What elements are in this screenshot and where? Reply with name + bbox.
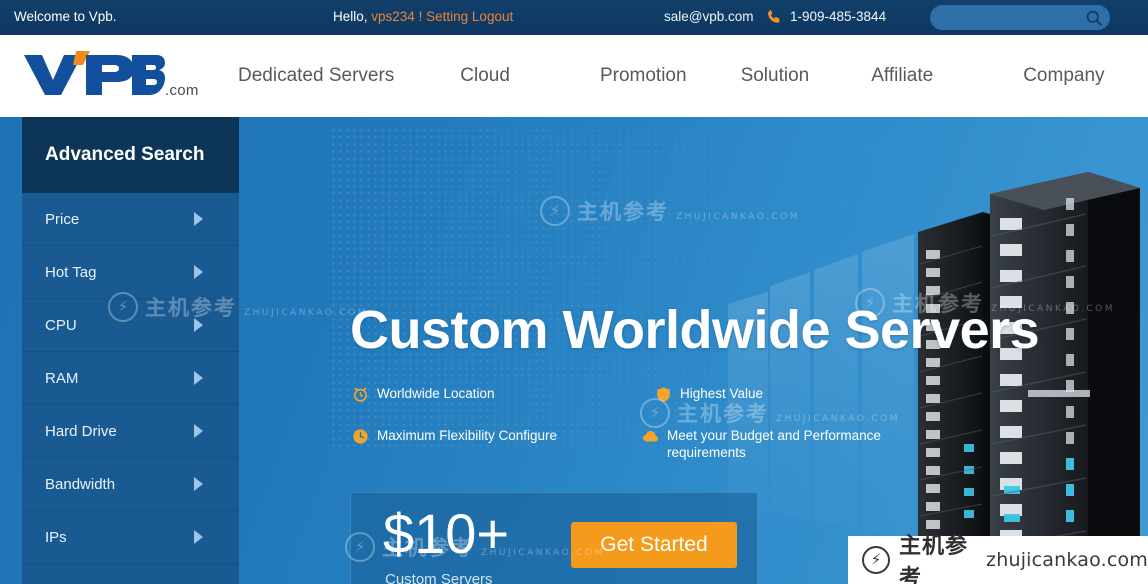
clock-icon (352, 428, 369, 445)
nav-item-dedicated-servers[interactable]: Dedicated Servers (238, 65, 394, 87)
nav-item-solution[interactable]: Solution (741, 65, 810, 87)
feature-label: Maximum Flexibility Configure (377, 428, 558, 443)
price-subtitle: Custom Servers (385, 571, 493, 584)
chevron-right-icon (194, 530, 203, 544)
feature-item: Worldwide Location (352, 385, 495, 403)
chevron-right-icon (194, 212, 203, 226)
logo-suffix: .com (165, 82, 199, 99)
search-button[interactable] (1084, 8, 1104, 28)
get-started-button[interactable]: Get Started (571, 522, 737, 568)
username-label: vps234 (371, 9, 415, 24)
sidebar-item-price[interactable]: Price (22, 193, 239, 246)
hero-headline: Custom Worldwide Servers (350, 300, 1040, 360)
greeting-prefix: Hello, (333, 9, 368, 24)
sidebar-item-label: CPU (45, 316, 77, 334)
sidebar-item-label: Hot Tag (45, 263, 97, 281)
search-icon (1086, 10, 1102, 26)
welcome-text: Welcome to Vpb. (14, 9, 117, 24)
feature-label: Highest Value (680, 386, 764, 401)
main-navbar: .com Dedicated Servers Cloud Promotion S… (0, 35, 1148, 117)
setting-link[interactable]: Setting (426, 9, 468, 24)
price-card: $10+ Custom Servers Get Started (350, 492, 758, 584)
chevron-right-icon (194, 424, 203, 438)
badge-cn-text: 主机参考 (899, 534, 969, 584)
alarm-clock-icon (352, 386, 369, 403)
chevron-right-icon (194, 318, 203, 332)
advanced-search-sidebar: Advanced Search Price Hot Tag CPU RAM Ha… (22, 117, 239, 584)
nav-item-promotion[interactable]: Promotion (600, 65, 687, 87)
top-utility-bar: Welcome to Vpb. Hello, vps234 ! Setting … (0, 0, 1148, 35)
feature-item: Highest Value (655, 385, 763, 403)
phone-number: 1-909-485-3844 (790, 9, 887, 24)
feature-item: Maximum Flexibility Configure (352, 427, 557, 445)
badge-en-text: zhujicankao.com (986, 549, 1148, 571)
search-input[interactable] (930, 5, 1110, 30)
nav-item-affiliate[interactable]: Affiliate (871, 65, 933, 87)
server-rack-illustration (728, 172, 1140, 584)
site-logo[interactable]: .com (20, 49, 205, 99)
greeting-separator: ! (418, 9, 423, 24)
chevron-right-icon (194, 477, 203, 491)
feature-label: Worldwide Location (377, 386, 495, 401)
greeting-block: Hello, vps234 ! Setting Logout (333, 9, 513, 24)
chevron-right-icon (194, 265, 203, 279)
sidebar-footer-spacer (22, 564, 239, 584)
nav-item-company[interactable]: Company (1023, 65, 1104, 87)
sidebar-item-ram[interactable]: RAM (22, 352, 239, 405)
sidebar-item-label: Hard Drive (45, 422, 117, 440)
feature-item: Meet your Budget and Performance require… (642, 427, 892, 461)
zhujicankao-logo-icon (862, 546, 890, 574)
phone-icon (765, 8, 783, 26)
sidebar-item-ips[interactable]: IPs (22, 511, 239, 564)
sidebar-item-label: Price (45, 210, 80, 228)
sidebar-item-hard-drive[interactable]: Hard Drive (22, 405, 239, 458)
price-amount: $10+ (383, 502, 510, 565)
sidebar-item-bandwidth[interactable]: Bandwidth (22, 458, 239, 511)
cloud-upload-icon (642, 428, 659, 445)
feature-label: Meet your Budget and Performance require… (667, 428, 881, 460)
sales-email[interactable]: sale@vpb.com (664, 9, 754, 24)
logout-link[interactable]: Logout (472, 9, 513, 24)
nav-menu: Dedicated Servers Cloud Promotion Soluti… (238, 35, 1105, 117)
watermark-badge: 主机参考 zhujicankao.com (848, 534, 1148, 584)
sidebar-item-cpu[interactable]: CPU (22, 299, 239, 352)
sidebar-item-label: RAM (45, 369, 79, 387)
sidebar-title: Advanced Search (22, 117, 239, 193)
shield-icon (655, 386, 672, 403)
sidebar-item-hot-tag[interactable]: Hot Tag (22, 246, 239, 299)
sidebar-item-label: IPs (45, 528, 67, 546)
chevron-right-icon (194, 371, 203, 385)
nav-item-cloud[interactable]: Cloud (460, 65, 510, 87)
sidebar-item-label: Bandwidth (45, 475, 116, 493)
